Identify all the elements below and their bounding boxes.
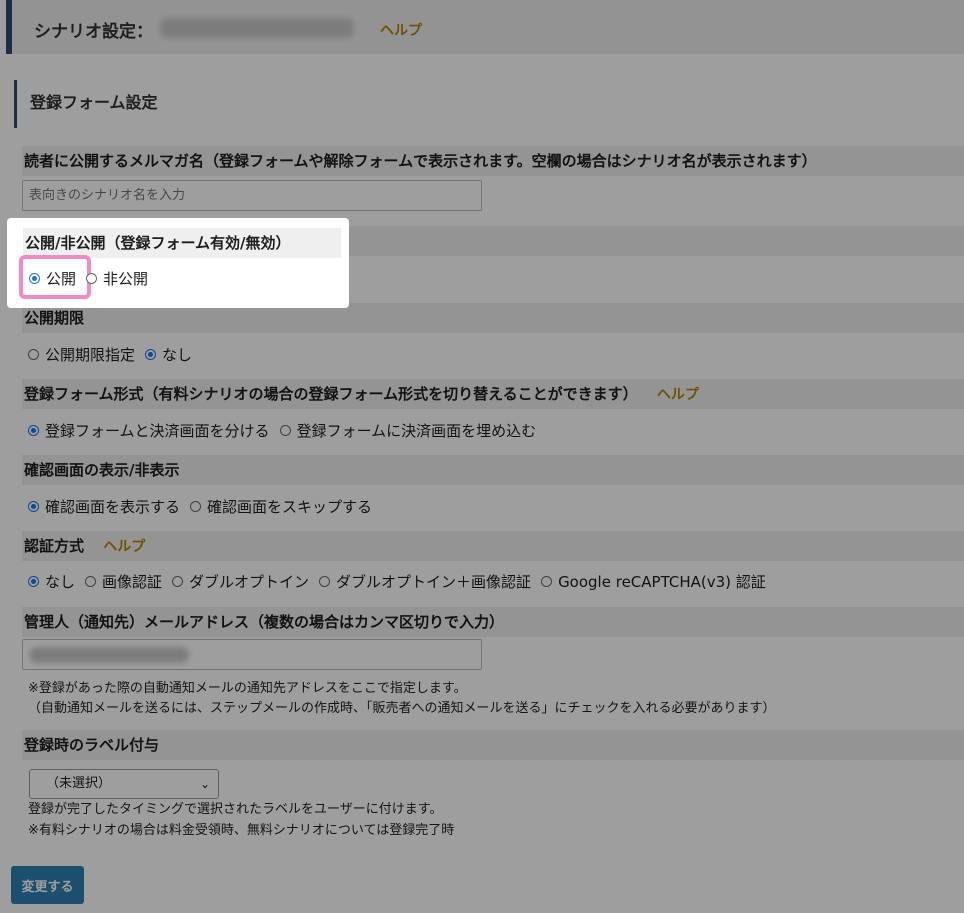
admin-email-input[interactable] (22, 639, 482, 670)
form-type-option-separate[interactable]: 登録フォームと決済画面を分ける (28, 420, 270, 441)
period-option-none[interactable]: なし (145, 344, 192, 365)
radio-checked-icon (28, 500, 39, 512)
page-title: シナリオ設定： (34, 22, 153, 42)
header-help-link[interactable]: ヘルプ (380, 20, 422, 40)
confirm-label: 確認画面の表示/非表示 (22, 455, 964, 485)
visibility-option-public[interactable]: 公開 (29, 268, 76, 289)
auth-option-double-optin-image[interactable]: ダブルオプトイン＋画像認証 (319, 571, 531, 592)
auth-option-recaptcha[interactable]: Google reCAPTCHA(v3) 認証 (541, 571, 766, 592)
admin-email-note-2: （自動通知メールを送るには、ステップメールの作成時、「販売者への通知メールを送る… (28, 701, 776, 716)
submit-button[interactable]: 変更する (11, 866, 84, 904)
auth-help-link[interactable]: ヘルプ (103, 539, 145, 555)
auth-option-image[interactable]: 画像認証 (85, 571, 162, 592)
radio-checked-icon (145, 348, 157, 360)
radio-icon (86, 272, 98, 284)
form-type-options: 登録フォームと決済画面を分ける 登録フォームに決済画面を埋め込む (28, 419, 546, 441)
auth-label: 認証方式 ヘルプ (22, 531, 964, 561)
radio-icon (279, 424, 291, 436)
label-assign-label: 登録時のラベル付与 (22, 730, 964, 760)
radio-icon (190, 500, 202, 512)
period-options: 公開期限指定 なし (28, 343, 202, 365)
confirm-options: 確認画面を表示する 確認画面をスキップする (28, 495, 382, 517)
label-assign-note-1: 登録が完了したタイミングで選択されたラベルをユーザーに付けます。 (28, 802, 443, 817)
form-type-label: 登録フォーム形式（有料シナリオの場合の登録フォーム形式を切り替えることができます… (22, 379, 964, 409)
period-option-specify[interactable]: 公開期限指定 (28, 344, 135, 365)
section-title: 登録フォーム設定 (14, 80, 158, 128)
email-redacted (29, 647, 189, 663)
radio-icon (319, 575, 331, 587)
visibility-options: 公開 非公開 (29, 267, 158, 289)
auth-option-none[interactable]: なし (28, 571, 75, 592)
visibility-label: 公開/非公開（登録フォーム有効/無効） (23, 228, 341, 258)
radio-checked-icon (28, 575, 39, 587)
auth-options: なし 画像認証 ダブルオプトイン ダブルオプトイン＋画像認証 Google re… (28, 570, 776, 592)
scenario-name-redacted (160, 18, 354, 38)
chevron-down-icon: ⌄ (199, 777, 210, 791)
page-header: シナリオ設定： ヘルプ (6, 0, 964, 54)
radio-checked-icon (28, 424, 39, 436)
label-select[interactable]: （未選択） ⌄ (29, 769, 219, 799)
form-type-option-embed[interactable]: 登録フォームに決済画面を埋め込む (279, 420, 536, 441)
admin-email-note-1: ※登録があった際の自動通知メールの通知先アドレスをここで指定します。 (28, 681, 467, 696)
radio-icon (28, 348, 39, 360)
public-name-label: 読者に公開するメルマガ名（登録フォームや解除フォームで表示されます。空欄の場合は… (22, 146, 964, 176)
auth-option-double-optin[interactable]: ダブルオプトイン (172, 571, 309, 592)
radio-icon (85, 575, 97, 587)
visibility-highlight-card: 公開/非公開（登録フォーム有効/無効） 公開 非公開 (7, 218, 349, 308)
confirm-option-show[interactable]: 確認画面を表示する (28, 496, 180, 517)
public-name-input[interactable] (22, 180, 482, 211)
radio-icon (541, 575, 553, 587)
label-assign-note-2: ※有料シナリオの場合は料金受領時、無料シナリオについては登録完了時 (28, 823, 455, 838)
radio-checked-icon (29, 272, 40, 284)
scenario-settings-page: シナリオ設定： ヘルプ 登録フォーム設定 読者に公開するメルマガ名（登録フォーム… (0, 0, 964, 913)
form-type-help-link[interactable]: ヘルプ (657, 387, 699, 403)
visibility-option-private[interactable]: 非公開 (86, 268, 148, 289)
confirm-option-skip[interactable]: 確認画面をスキップする (190, 496, 372, 517)
admin-email-label: 管理人（通知先）メールアドレス（複数の場合はカンマ区切りで入力） (22, 607, 964, 637)
radio-icon (172, 575, 184, 587)
